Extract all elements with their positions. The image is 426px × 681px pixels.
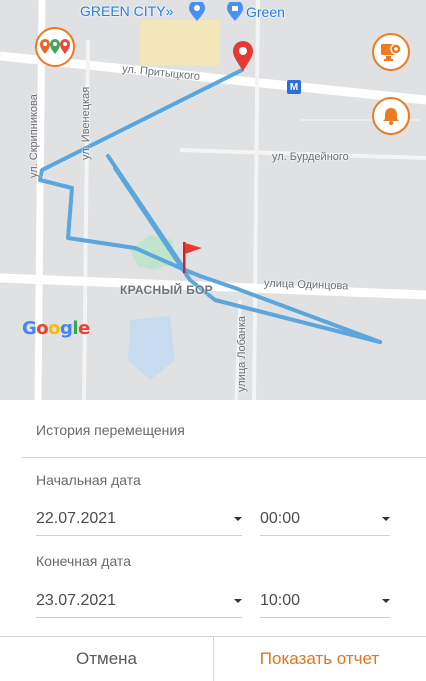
chevron-down-icon bbox=[382, 599, 390, 603]
chevron-down-icon bbox=[234, 599, 242, 603]
start-date-label: Начальная дата bbox=[36, 472, 141, 488]
start-date-value: 22.07.2021 bbox=[36, 510, 117, 527]
google-logo-letter: o bbox=[36, 318, 49, 339]
end-time-value: 10:00 bbox=[260, 592, 301, 609]
google-logo-letter: G bbox=[22, 318, 37, 339]
poi-label-green: Green bbox=[246, 4, 285, 20]
shopping-pin-icon bbox=[227, 2, 243, 21]
google-logo-letter: e bbox=[78, 318, 90, 339]
chevron-down-icon bbox=[382, 517, 390, 521]
map-markers-icon bbox=[40, 39, 70, 54]
street-label: ул. Ивенецкая bbox=[80, 86, 92, 160]
location-pin-icon bbox=[189, 2, 205, 21]
markers-button[interactable] bbox=[35, 27, 75, 67]
street-label: ул. Скрипникова bbox=[28, 94, 40, 178]
google-logo-letter: g bbox=[60, 318, 73, 339]
show-report-button[interactable]: Показать отчет bbox=[213, 637, 426, 681]
divider bbox=[22, 457, 426, 458]
start-date-select[interactable]: 22.07.2021 bbox=[36, 510, 242, 536]
end-date-label: Конечная дата bbox=[36, 553, 131, 569]
end-time-select[interactable]: 10:00 bbox=[260, 592, 390, 618]
map-view[interactable]: GREEN CITY» Green ул. Притыцкого ул. Скр… bbox=[0, 0, 426, 400]
end-date-select[interactable]: 23.07.2021 bbox=[36, 592, 242, 618]
district-label: КРАСНЫЙ БОР bbox=[120, 283, 213, 297]
metro-icon: M bbox=[287, 80, 301, 94]
monitor-settings-icon bbox=[381, 43, 402, 61]
history-dialog: История перемещения Начальная дата 22.07… bbox=[0, 400, 426, 681]
bell-icon bbox=[383, 108, 399, 125]
red-flag-icon[interactable] bbox=[180, 240, 206, 274]
alarm-button[interactable] bbox=[372, 97, 410, 135]
google-logo-letter: o bbox=[48, 318, 61, 339]
end-date-value: 23.07.2021 bbox=[36, 592, 117, 609]
street-label: ул. Бурдейного bbox=[272, 151, 349, 163]
cancel-button[interactable]: Отмена bbox=[0, 637, 213, 681]
poi-label-green-city: GREEN CITY» bbox=[80, 3, 174, 19]
red-pin-icon[interactable] bbox=[232, 40, 254, 72]
dialog-title: История перемещения bbox=[36, 422, 185, 438]
start-time-value: 00:00 bbox=[260, 510, 301, 527]
google-logo: Google bbox=[22, 318, 90, 339]
chevron-down-icon bbox=[234, 517, 242, 521]
settings-button[interactable] bbox=[372, 33, 410, 71]
start-time-select[interactable]: 00:00 bbox=[260, 510, 390, 536]
street-label: улица Лобанка bbox=[236, 315, 248, 392]
